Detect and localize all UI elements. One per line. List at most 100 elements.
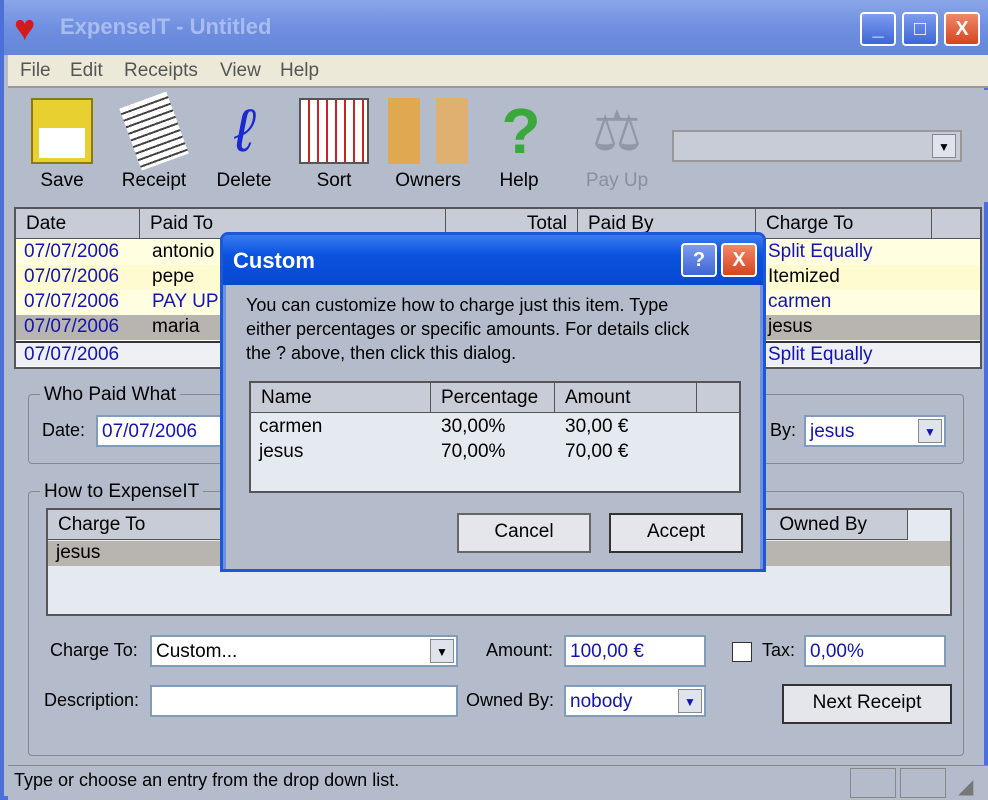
instruction-line: either percentages or specific amounts. … xyxy=(246,319,690,339)
cell-amount: 30,00 € xyxy=(565,416,629,437)
receipt-icon xyxy=(119,91,189,171)
dialog-close-button[interactable]: X xyxy=(721,243,757,277)
tax-field[interactable]: 0,00% xyxy=(804,635,946,667)
save-label: Save xyxy=(40,170,84,191)
cell-charge-to: Itemized xyxy=(768,266,840,287)
accept-button[interactable]: Accept xyxy=(609,513,743,553)
table-row[interactable]: carmen 30,00% 30,00 € xyxy=(251,415,739,440)
amount-field[interactable]: 100,00 € xyxy=(564,635,706,667)
cell-charge-to: carmen xyxy=(768,291,832,312)
dialog-title: Custom xyxy=(233,248,315,273)
col-charge-to[interactable]: Charge To xyxy=(48,510,224,540)
pay-up-label: Pay Up xyxy=(585,170,649,191)
instruction-line: You can customize how to charge just thi… xyxy=(246,295,669,315)
heart-app-icon: ♥ xyxy=(14,7,36,48)
question-mark-icon: ? xyxy=(501,95,541,167)
next-receipt-button[interactable]: Next Receipt xyxy=(782,684,952,724)
menu-bar: File Edit Receipts View Help xyxy=(8,55,988,88)
receipt-label: Receipt xyxy=(121,170,187,191)
cell-name: jesus xyxy=(259,441,304,462)
dialog-instructions: You can customize how to charge just thi… xyxy=(246,293,689,365)
date-field[interactable]: 07/07/2006 xyxy=(96,415,222,447)
scales-icon: ⚖ xyxy=(591,99,643,162)
menu-help[interactable]: Help xyxy=(280,60,319,82)
cell-charge-to: jesus xyxy=(56,542,101,563)
col-amount[interactable]: Amount xyxy=(555,383,697,413)
tax-checkbox[interactable] xyxy=(732,642,752,662)
cell-charge-to: Split Equally xyxy=(768,241,873,262)
paid-by-value: jesus xyxy=(810,421,855,442)
col-name[interactable]: Name xyxy=(251,383,431,413)
charge-to-select[interactable]: Custom... ▼ xyxy=(150,635,458,667)
window-title: ExpenseIT - Untitled xyxy=(60,14,272,39)
split-table: Name Percentage Amount carmen 30,00% 30,00… xyxy=(249,381,741,493)
dialog-help-button[interactable]: ? xyxy=(681,243,717,277)
cell-charge-to: Split Equally xyxy=(768,344,873,365)
owned-by-label: Owned By: xyxy=(466,690,555,710)
delete-button[interactable]: ℓ Delete xyxy=(206,98,282,192)
cell-date: 07/07/2006 xyxy=(24,266,120,287)
paid-by-label: By: xyxy=(770,420,797,440)
cell-paid-to: maria xyxy=(152,316,200,337)
sort-label: Sort xyxy=(316,170,352,191)
pay-up-button[interactable]: ⚖ Pay Up xyxy=(574,98,660,192)
minimize-button[interactable]: _ xyxy=(860,12,896,46)
cell-date: 07/07/2006 xyxy=(24,316,120,337)
cell-paid-to: pepe xyxy=(152,266,195,287)
tax-label: Tax: xyxy=(762,640,796,660)
chevron-down-icon[interactable]: ▼ xyxy=(430,639,454,663)
menu-file[interactable]: File xyxy=(20,60,51,82)
status-bar: Type or choose an entry from the drop do… xyxy=(8,765,988,800)
cell-paid-to: PAY UP xyxy=(152,291,219,312)
status-panel xyxy=(900,768,946,798)
menu-view[interactable]: View xyxy=(220,60,261,82)
help-button[interactable]: ? Help xyxy=(486,98,552,192)
owners-button[interactable]: Owners xyxy=(384,98,472,192)
custom-dialog: Custom ? X You can customize how to char… xyxy=(220,232,766,572)
owners-label: Owners xyxy=(395,170,461,191)
resize-grip-icon[interactable]: ◢ xyxy=(958,774,973,799)
cell-charge-to: jesus xyxy=(768,316,813,337)
how-label: How to ExpenseIT xyxy=(40,481,204,503)
chevron-down-icon[interactable]: ▼ xyxy=(918,419,942,443)
cell-paid-to: antonio xyxy=(152,241,215,262)
delete-label: Delete xyxy=(216,170,272,191)
col-date[interactable]: Date xyxy=(16,209,140,239)
cell-date: 07/07/2006 xyxy=(24,344,120,365)
sort-button[interactable]: Sort xyxy=(296,98,372,192)
cell-date: 07/07/2006 xyxy=(24,291,120,312)
description-label: Description: xyxy=(44,690,140,710)
owned-by-select[interactable]: nobody ▼ xyxy=(564,685,706,717)
description-field[interactable] xyxy=(150,685,458,717)
paid-by-select[interactable]: jesus ▼ xyxy=(804,415,946,447)
toolbar-combo[interactable] xyxy=(672,130,962,162)
cell-name: carmen xyxy=(259,416,323,437)
chevron-down-icon[interactable]: ▼ xyxy=(678,689,702,713)
dialog-title-bar: Custom ? X xyxy=(223,235,763,285)
toolbar: Save Receipt ℓ Delete Sort Owners ? Help ⚖… xyxy=(8,90,988,202)
col-filler xyxy=(932,209,980,239)
col-charge-to[interactable]: Charge To xyxy=(756,209,932,239)
menu-receipts[interactable]: Receipts xyxy=(124,60,198,82)
charge-to-value: Custom... xyxy=(156,641,238,662)
close-button[interactable]: X xyxy=(944,12,980,46)
date-label: Date: xyxy=(42,420,86,440)
status-panel xyxy=(850,768,896,798)
table-row[interactable]: jesus 70,00% 70,00 € xyxy=(251,440,739,465)
amount-label: Amount: xyxy=(486,640,554,660)
cell-amount: 70,00 € xyxy=(565,441,629,462)
menu-edit[interactable]: Edit xyxy=(70,60,103,82)
chevron-down-icon[interactable]: ▼ xyxy=(932,134,956,158)
cancel-button[interactable]: Cancel xyxy=(457,513,591,553)
save-button[interactable]: Save xyxy=(24,98,100,192)
col-filler xyxy=(697,383,739,413)
delete-squiggle-icon: ℓ xyxy=(234,97,254,164)
calendar-icon xyxy=(299,98,369,164)
receipt-button[interactable]: Receipt xyxy=(114,91,194,192)
title-bar: ♥ ExpenseIT - Untitled _ □ X xyxy=(4,0,988,55)
faces-icon xyxy=(388,98,468,164)
cell-percentage: 70,00% xyxy=(441,441,506,462)
charge-to-label: Charge To: xyxy=(50,640,138,660)
maximize-button[interactable]: □ xyxy=(902,12,938,46)
col-percentage[interactable]: Percentage xyxy=(431,383,555,413)
